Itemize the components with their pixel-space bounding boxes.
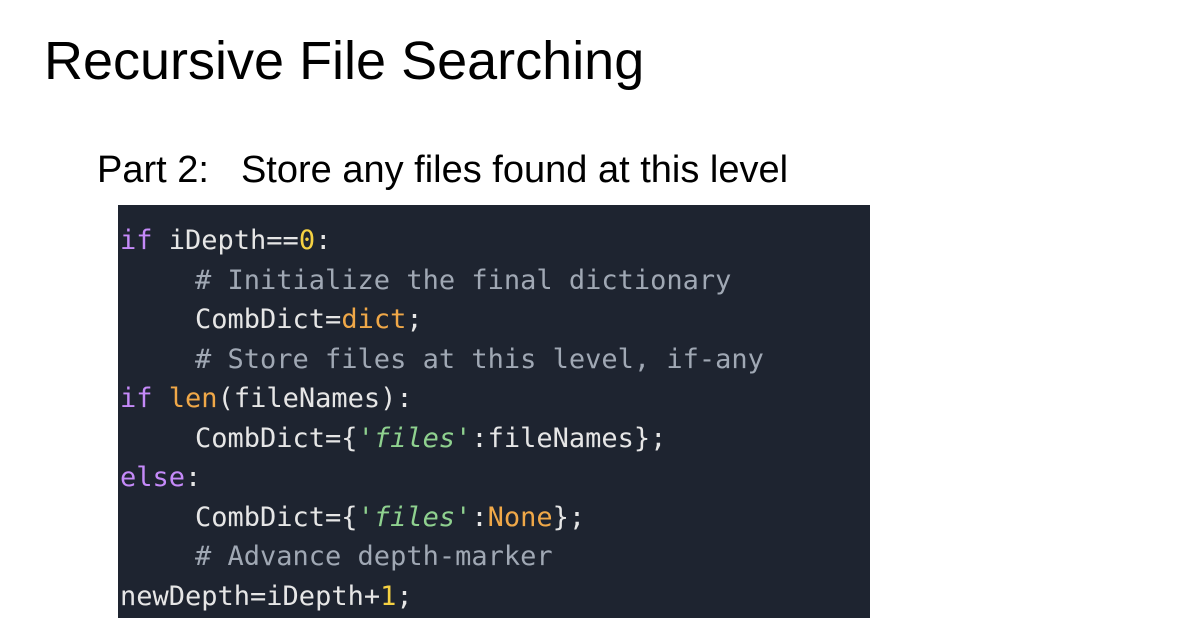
code-line-9: # Advance depth-marker bbox=[118, 537, 870, 577]
code-keyword: if bbox=[120, 383, 153, 414]
code-comment: # Initialize the final dictionary bbox=[195, 264, 732, 296]
part-heading: Part 2: Store any files found at this lev… bbox=[97, 146, 788, 194]
code-string: 'files' bbox=[357, 422, 472, 454]
code-line-5: if len(fileNames): bbox=[118, 379, 870, 419]
code-text: ; bbox=[396, 580, 413, 612]
code-number: 0 bbox=[298, 225, 316, 256]
code-text: : bbox=[471, 501, 488, 533]
code-text: : bbox=[185, 462, 202, 493]
code-text: :fileNames}; bbox=[471, 422, 667, 454]
code-text: CombDict= bbox=[195, 304, 342, 335]
code-text: }; bbox=[552, 501, 586, 533]
code-block: if iDepth==0: # Initialize the final dic… bbox=[118, 205, 870, 618]
code-number: 1 bbox=[380, 580, 397, 612]
code-comment: # Advance depth-marker bbox=[195, 541, 553, 572]
slide-title: Recursive File Searching bbox=[44, 31, 645, 91]
code-line-4: # Store files at this level, if-any bbox=[118, 340, 870, 380]
code-line-8: CombDict={'files':None}; bbox=[118, 498, 870, 538]
code-line-10: newDepth=iDepth+1; bbox=[118, 577, 870, 617]
code-text: CombDict={ bbox=[195, 501, 358, 533]
code-line-2: # Initialize the final dictionary bbox=[118, 261, 870, 301]
part-label: Part 2: bbox=[97, 149, 209, 191]
code-builtin: None bbox=[487, 501, 553, 533]
code-line-1: if iDepth==0: bbox=[118, 221, 870, 261]
code-builtin: dict bbox=[341, 304, 407, 335]
code-line-7: else: bbox=[118, 458, 870, 498]
code-keyword: if bbox=[120, 225, 153, 256]
code-string: 'files' bbox=[357, 501, 472, 533]
code-text: ; bbox=[406, 304, 423, 335]
code-line-3: CombDict=dict; bbox=[118, 300, 870, 340]
part-description: Store any files found at this level bbox=[240, 149, 789, 191]
code-text: newDepth=iDepth+ bbox=[120, 580, 381, 612]
code-text: iDepth== bbox=[152, 225, 299, 256]
code-line-6: CombDict={'files':fileNames}; bbox=[118, 419, 870, 459]
code-text: (fileNames): bbox=[217, 383, 413, 414]
code-builtin: len bbox=[168, 383, 218, 414]
code-keyword: else bbox=[120, 462, 186, 493]
code-comment: # Store files at this level, if-any bbox=[195, 343, 764, 375]
code-text: CombDict={ bbox=[195, 422, 358, 454]
code-text: : bbox=[315, 225, 332, 256]
